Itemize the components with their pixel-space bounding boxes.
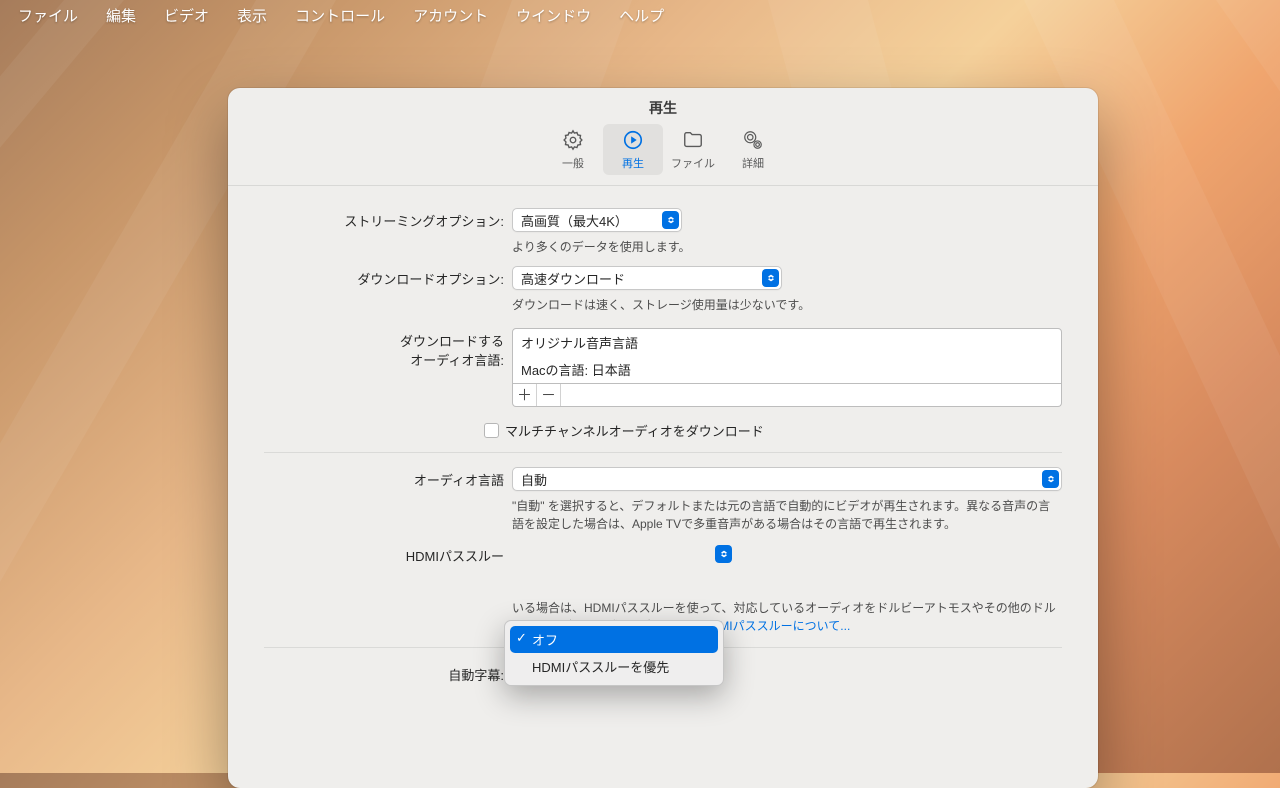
- remove-button[interactable]: －: [537, 384, 561, 406]
- list-item[interactable]: オリジナル音声言語: [513, 329, 1061, 356]
- download-label: ダウンロードオプション:: [264, 266, 512, 288]
- play-circle-icon: [621, 128, 645, 152]
- tab-playback[interactable]: 再生: [603, 124, 663, 175]
- tab-advanced-label: 詳細: [742, 155, 764, 171]
- chevron-updown-icon: [762, 269, 779, 287]
- tab-files-label: ファイル: [671, 155, 715, 171]
- download-help: ダウンロードは速く、ストレージ使用量は少ないです。: [512, 296, 1062, 314]
- menu-window[interactable]: ウインドウ: [502, 5, 605, 26]
- tab-general-label: 一般: [562, 155, 584, 171]
- tab-files[interactable]: ファイル: [663, 124, 723, 175]
- dlaudio-listbox[interactable]: オリジナル音声言語 Macの言語: 日本語: [512, 328, 1062, 384]
- menu-edit[interactable]: 編集: [92, 5, 150, 26]
- menu-file[interactable]: ファイル: [4, 5, 92, 26]
- menubar: ファイル 編集 ビデオ 表示 コントロール アカウント ウインドウ ヘルプ: [0, 0, 1280, 30]
- hdmi-option-off[interactable]: オフ: [510, 626, 718, 653]
- list-item[interactable]: Macの言語: 日本語: [513, 356, 1061, 383]
- chevron-updown-icon: [715, 545, 732, 563]
- hdmi-learn-more-link[interactable]: HDMIパススルーについて...: [702, 619, 850, 633]
- subtitles-label: 自動字幕:: [264, 662, 512, 684]
- gears-icon: [741, 128, 765, 152]
- tab-playback-label: 再生: [622, 155, 644, 171]
- window-title: 再生: [228, 88, 1098, 124]
- hdmi-popup-menu: オフ HDMIパススルーを優先: [504, 620, 724, 686]
- menu-account[interactable]: アカウント: [399, 5, 502, 26]
- download-value: 高速ダウンロード: [521, 269, 625, 288]
- menu-view[interactable]: 表示: [223, 5, 281, 26]
- menu-video[interactable]: ビデオ: [150, 5, 223, 26]
- audiolang-help: "自動" を選択すると、デフォルトまたは元の言語で自動的にビデオが再生されます。…: [512, 497, 1062, 533]
- download-select[interactable]: 高速ダウンロード: [512, 266, 782, 290]
- audiolang-select[interactable]: 自動: [512, 467, 1062, 491]
- add-button[interactable]: ＋: [513, 384, 537, 406]
- preferences-toolbar: 一般 再生 ファイル 詳細: [228, 124, 1098, 186]
- menu-control[interactable]: コントロール: [281, 5, 399, 26]
- streaming-label: ストリーミングオプション:: [264, 208, 512, 230]
- dlaudio-label: ダウンロードするオーディオ言語:: [264, 328, 512, 369]
- streaming-value: 高画質（最大4K）: [521, 211, 628, 230]
- audiolang-value: 自動: [521, 470, 547, 489]
- chevron-updown-icon: [1042, 470, 1059, 488]
- menu-help[interactable]: ヘルプ: [605, 5, 678, 26]
- multichannel-checkbox[interactable]: マルチチャンネルオーディオをダウンロード: [484, 421, 1062, 440]
- hdmi-select[interactable]: [512, 543, 732, 567]
- checkbox-icon: [484, 423, 499, 438]
- multichannel-label: マルチチャンネルオーディオをダウンロード: [505, 421, 764, 440]
- audiolang-label: オーディオ言語: [264, 467, 512, 489]
- gear-icon: [561, 128, 585, 152]
- streaming-help: より多くのデータを使用します。: [512, 238, 1062, 256]
- preferences-content: ストリーミングオプション: 高画質（最大4K） より多くのデータを使用します。 …: [228, 186, 1098, 684]
- streaming-select[interactable]: 高画質（最大4K）: [512, 208, 682, 232]
- tab-advanced[interactable]: 詳細: [723, 124, 783, 175]
- tab-general[interactable]: 一般: [543, 124, 603, 175]
- chevron-updown-icon: [662, 211, 679, 229]
- hdmi-label: HDMIパススルー: [264, 543, 512, 565]
- folder-icon: [681, 128, 705, 152]
- dlaudio-list-controls: ＋ －: [512, 384, 1062, 407]
- hdmi-option-prefer[interactable]: HDMIパススルーを優先: [510, 653, 718, 680]
